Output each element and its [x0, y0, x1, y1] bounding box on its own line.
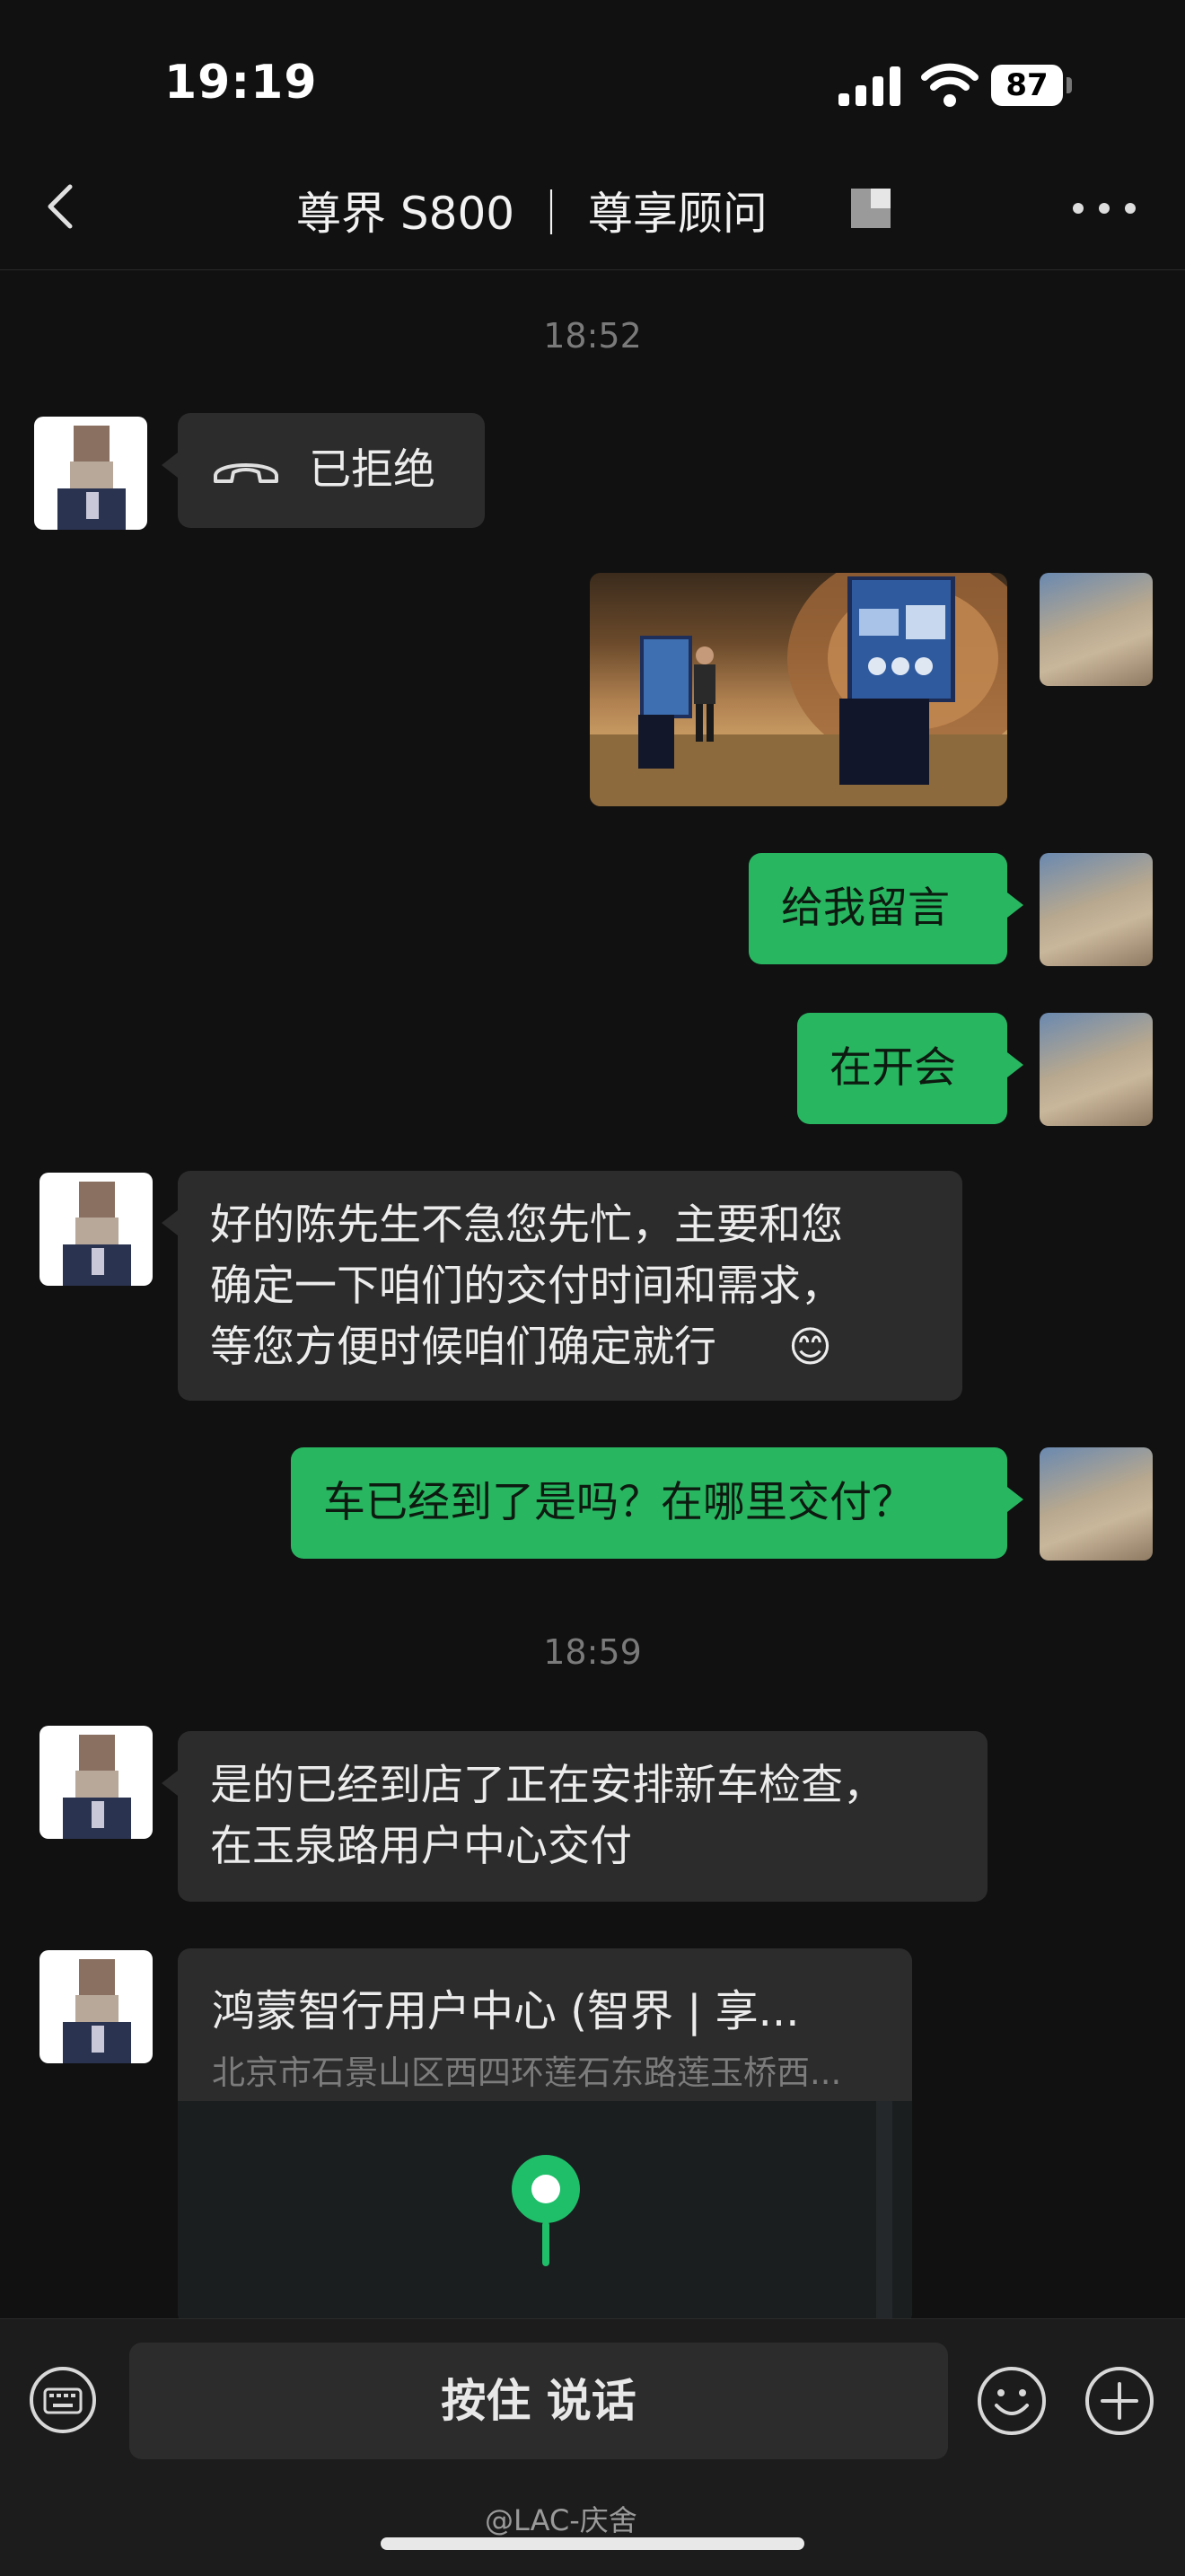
call-status-text: 已拒绝 — [309, 445, 435, 495]
incoming-message[interactable]: 是的已经到店了正在安排新车检查， 在玉泉路用户中心交付 — [162, 1731, 988, 1902]
battery-icon: 87 — [991, 65, 1063, 106]
incoming-message[interactable]: 好的陈先生不急您先忙，主要和您 确定一下咱们的交付时间和需求， 等您方便时候咱们… — [162, 1171, 962, 1401]
photo-illustration — [590, 573, 1007, 806]
presentation-photo[interactable] — [590, 573, 1007, 806]
chat-title[interactable]: 尊界 S800 ｜ 尊享顾问 — [296, 178, 772, 242]
message-text: 车已经到了是吗？在哪里交付？ — [323, 1478, 914, 1527]
chevron-left-icon[interactable] — [36, 180, 90, 233]
contact-avatar[interactable] — [34, 417, 147, 530]
message-line: 在玉泉路用户中心交付 — [210, 1822, 632, 1871]
contact-avatar[interactable] — [40, 1726, 153, 1839]
timestamp: 18:52 — [543, 316, 642, 356]
location-address: 北京市石景山区西四环莲石东路莲玉桥西... — [212, 2053, 842, 2092]
location-card[interactable]: 鸿蒙智行用户中心 (智界 | 享... 北京市石景山区西四环莲石东路莲玉桥西..… — [178, 1948, 912, 2325]
map-pin-icon — [512, 2155, 580, 2266]
chat-header: 尊界 S800 ｜ 尊享顾问 — [0, 144, 1185, 270]
message-line: 确定一下咱们的交付时间和需求， — [210, 1262, 843, 1311]
hold-to-talk-label: 按住 说话 — [441, 2375, 636, 2427]
wifi-icon — [921, 63, 979, 107]
status-bar: 19:19 87 — [0, 0, 1185, 144]
battery-tip — [1066, 77, 1072, 93]
home-indicator[interactable] — [381, 2537, 804, 2550]
more-dots-icon[interactable] — [1073, 198, 1136, 219]
my-avatar[interactable] — [1040, 1447, 1153, 1561]
phone-hangup-icon — [214, 463, 278, 483]
message-line: 是的已经到店了正在安排新车检查， — [210, 1761, 885, 1810]
battery-level: 87 — [1005, 67, 1049, 103]
my-avatar[interactable] — [1040, 1013, 1153, 1126]
keyboard-icon[interactable] — [29, 2366, 97, 2434]
hold-to-talk-button[interactable]: 按住 说话 — [129, 2343, 948, 2459]
message-line: 等您方便时候咱们确定就行 — [210, 1323, 716, 1372]
call-declined-bubble[interactable]: 已拒绝 — [162, 413, 485, 528]
message-text: 在开会 — [830, 1043, 956, 1093]
location-title: 鸿蒙智行用户中心 (智界 | 享... — [212, 1986, 800, 2036]
my-avatar[interactable] — [1040, 853, 1153, 966]
timestamp: 18:59 — [543, 1632, 642, 1672]
outgoing-message[interactable]: 车已经到了是吗？在哪里交付？ — [291, 1447, 1023, 1559]
my-avatar[interactable] — [1040, 573, 1153, 686]
cellular-signal-icon — [838, 66, 900, 106]
watermark: @LAC-庆舍 — [485, 2503, 637, 2537]
message-text: 给我留言 — [781, 884, 950, 933]
outgoing-message[interactable]: 给我留言 — [749, 853, 1023, 964]
plus-icon[interactable] — [1084, 2366, 1154, 2436]
outgoing-message[interactable]: 在开会 — [797, 1013, 1023, 1124]
contact-avatar[interactable] — [40, 1950, 153, 2063]
message-line: 好的陈先生不急您先忙，主要和您 — [210, 1200, 843, 1250]
muted-square-icon — [851, 189, 891, 228]
smile-emoji: 😊 — [788, 1323, 832, 1372]
contact-avatar[interactable] — [40, 1173, 153, 1286]
emoji-icon[interactable] — [977, 2366, 1047, 2436]
status-time: 19:19 — [164, 56, 318, 110]
